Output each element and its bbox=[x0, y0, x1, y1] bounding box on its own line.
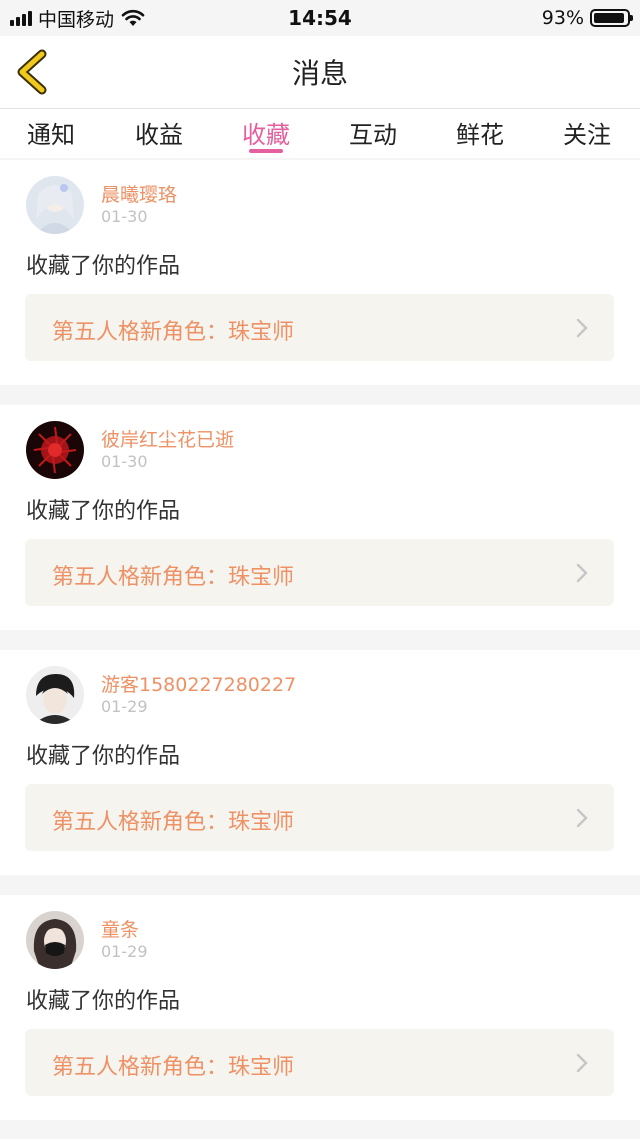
message-date: 01-30 bbox=[101, 452, 148, 471]
battery-percent: 93% bbox=[541, 7, 584, 29]
tab-favorites[interactable]: 收藏 bbox=[221, 115, 311, 150]
work-title: 第五人格新角色：珠宝师 bbox=[52, 1055, 295, 1080]
battery-icon bbox=[590, 9, 633, 27]
username[interactable]: 晨曦璎珞 bbox=[101, 180, 177, 207]
username[interactable]: 童条 bbox=[101, 915, 139, 942]
chevron-right-icon bbox=[576, 808, 588, 828]
work-title: 第五人格新角色：珠宝师 bbox=[52, 565, 295, 590]
avatar[interactable] bbox=[26, 421, 84, 479]
username[interactable]: 彼岸红尘花已逝 bbox=[101, 425, 234, 452]
chevron-right-icon bbox=[576, 318, 588, 338]
status-right: 93% bbox=[541, 6, 633, 30]
tab-interaction[interactable]: 互动 bbox=[328, 115, 418, 150]
status-bar: 中国移动 14:54 93% bbox=[0, 0, 640, 36]
tab-earnings[interactable]: 收益 bbox=[114, 115, 204, 150]
action-text: 收藏了你的作品 bbox=[26, 989, 181, 1014]
work-title: 第五人格新角色：珠宝师 bbox=[52, 810, 295, 835]
chevron-right-icon bbox=[576, 563, 588, 583]
work-title: 第五人格新角色：珠宝师 bbox=[52, 320, 295, 345]
page-title: 消息 bbox=[291, 57, 348, 90]
avatar[interactable] bbox=[26, 176, 84, 234]
chevron-right-icon bbox=[576, 1053, 588, 1073]
nav-bar: 消息 bbox=[0, 36, 640, 109]
tab-notice[interactable]: 通知 bbox=[6, 115, 96, 150]
message-date: 01-29 bbox=[101, 942, 148, 961]
message-card: 童条 01-29 收藏了你的作品 第五人格新角色：珠宝师 bbox=[0, 895, 640, 1120]
work-link[interactable]: 第五人格新角色：珠宝师 bbox=[25, 784, 614, 851]
action-text: 收藏了你的作品 bbox=[26, 499, 181, 524]
message-card: 游客1580227280227 01-29 收藏了你的作品 第五人格新角色：珠宝… bbox=[0, 650, 640, 875]
avatar[interactable] bbox=[26, 911, 84, 969]
active-tab-indicator bbox=[249, 149, 283, 153]
message-card: 晨曦璎珞 01-30 收藏了你的作品 第五人格新角色：珠宝师 bbox=[0, 160, 640, 385]
tab-flowers[interactable]: 鲜花 bbox=[435, 115, 525, 150]
work-link[interactable]: 第五人格新角色：珠宝师 bbox=[25, 539, 614, 606]
action-text: 收藏了你的作品 bbox=[26, 744, 181, 769]
work-link[interactable]: 第五人格新角色：珠宝师 bbox=[25, 294, 614, 361]
avatar[interactable] bbox=[26, 666, 84, 724]
tab-bar: 通知 收益 收藏 互动 鲜花 关注 bbox=[0, 109, 640, 158]
message-card: 彼岸红尘花已逝 01-30 收藏了你的作品 第五人格新角色：珠宝师 bbox=[0, 405, 640, 630]
action-text: 收藏了你的作品 bbox=[26, 254, 181, 279]
username[interactable]: 游客1580227280227 bbox=[101, 670, 296, 697]
message-date: 01-29 bbox=[101, 697, 148, 716]
work-link[interactable]: 第五人格新角色：珠宝师 bbox=[25, 1029, 614, 1096]
message-date: 01-30 bbox=[101, 207, 148, 226]
tab-follow[interactable]: 关注 bbox=[542, 115, 632, 150]
